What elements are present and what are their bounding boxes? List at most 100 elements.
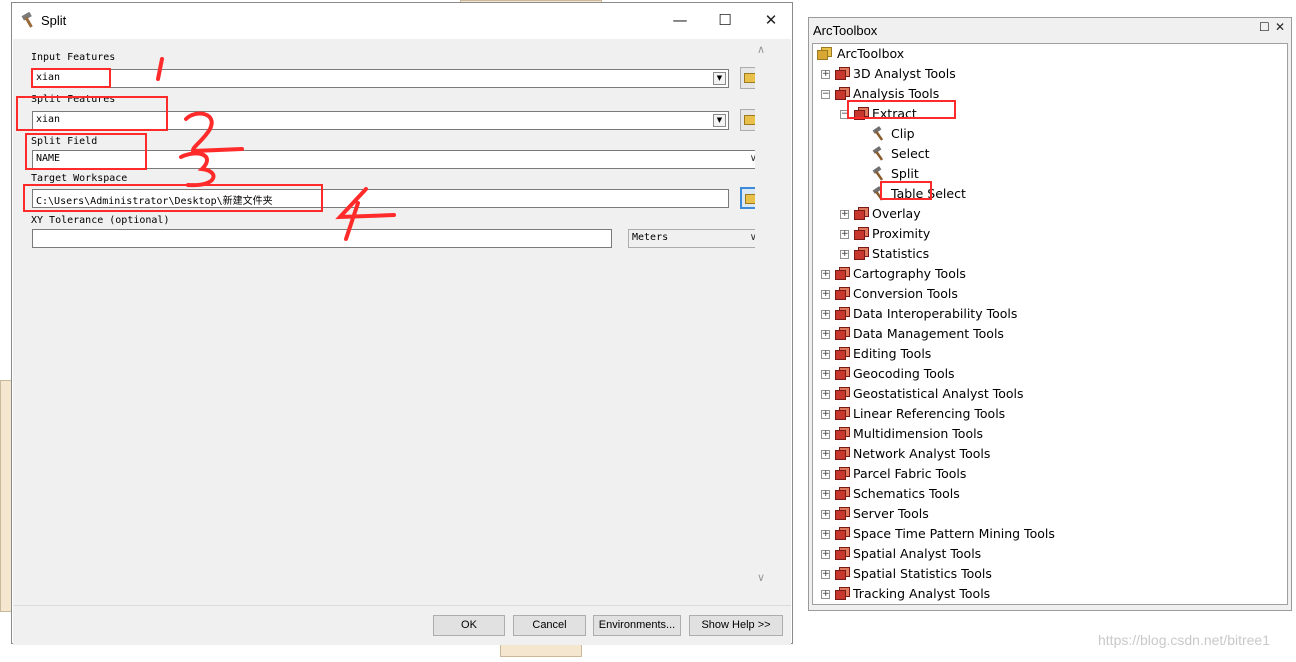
tree-item-label: Schematics Tools <box>853 486 960 501</box>
toolbox-icon <box>835 347 850 361</box>
toolbox-icon <box>835 547 850 561</box>
toolbox-icon <box>854 227 869 241</box>
toolbox-icon <box>835 327 850 341</box>
expand-icon[interactable]: + <box>821 390 830 399</box>
toolbox-icon <box>835 287 850 301</box>
collapse-icon[interactable]: − <box>821 90 830 99</box>
toolbox-icon <box>835 307 850 321</box>
toolbox-icon <box>835 507 850 521</box>
expand-icon[interactable]: + <box>821 410 830 419</box>
expand-icon[interactable]: + <box>840 230 849 239</box>
expand-icon[interactable]: + <box>821 490 830 499</box>
parameters-panel: Input Features xian ▼ Split Features xia… <box>13 39 773 604</box>
split-dialog: Split — ☐ ✕ Input Features xian ▼ Split … <box>11 2 793 645</box>
annotation-box-analysis-tools <box>847 100 956 119</box>
tree-item-label: Spatial Analyst Tools <box>853 546 982 561</box>
tree-item-label: Data Interoperability Tools <box>853 306 1018 321</box>
expand-icon[interactable]: + <box>821 270 830 279</box>
expand-icon[interactable]: + <box>821 470 830 479</box>
expand-icon[interactable]: + <box>821 430 830 439</box>
expand-icon[interactable]: + <box>821 570 830 579</box>
tree-item-label: Space Time Pattern Mining Tools <box>853 526 1055 541</box>
cancel-button[interactable]: Cancel <box>513 615 586 636</box>
expand-icon[interactable]: + <box>840 210 849 219</box>
watermark-text: https://blog.csdn.net/bitree1 <box>1098 632 1270 648</box>
expand-icon[interactable]: + <box>821 70 830 79</box>
tree-item-label: Conversion Tools <box>853 286 958 301</box>
number-3-stroke <box>179 151 216 188</box>
arctoolbox-window: ArcToolbox ☐ ✕ ArcToolbox +3D Analyst To… <box>808 17 1292 611</box>
expand-icon[interactable]: + <box>821 550 830 559</box>
tree-item-label: Statistics <box>872 246 930 261</box>
target-workspace-label: Target Workspace <box>31 173 128 184</box>
toolbox-icon <box>835 387 850 401</box>
scroll-up-icon[interactable]: ∧ <box>757 43 765 56</box>
number-1-stroke <box>156 57 164 81</box>
dialog-button-bar: OK Cancel Environments... Show Help >> <box>13 605 791 645</box>
number-2-stroke <box>184 111 244 154</box>
tree-item-label: Multidimension Tools <box>853 426 984 441</box>
handwritten-annotations <box>156 57 396 241</box>
xy-tolerance-unit-select[interactable]: Meters ∨ <box>628 229 763 248</box>
vertical-scrollbar[interactable]: ∧ ∨ <box>755 39 773 604</box>
toolbox-icon <box>835 527 850 541</box>
tree-root-label: ArcToolbox <box>837 46 905 61</box>
dialog-titlebar[interactable]: Split — ☐ ✕ <box>12 3 792 37</box>
input-features-label: Input Features <box>31 52 116 63</box>
toolbox-close-button[interactable]: ✕ <box>1275 20 1285 34</box>
toolbox-icon <box>835 407 850 421</box>
hammer-icon <box>872 166 884 181</box>
expand-icon[interactable]: + <box>840 250 849 259</box>
expand-icon[interactable]: + <box>821 330 830 339</box>
tree-item-label: Tracking Analyst Tools <box>853 586 991 601</box>
annotation-box-split-field <box>25 133 147 170</box>
map-feature <box>500 643 582 657</box>
minimize-button[interactable]: — <box>657 6 703 34</box>
tree-item-label: Geocoding Tools <box>853 366 955 381</box>
toolbox-icon <box>835 267 850 281</box>
number-4-stroke <box>335 187 396 241</box>
tree-item-label: Editing Tools <box>853 346 932 361</box>
annotation-box-split-features <box>16 96 168 131</box>
toolbox-folder-icon <box>817 47 832 61</box>
tree-item-label: Cartography Tools <box>853 266 966 281</box>
toolbox-icon <box>835 487 850 501</box>
arctoolbox-title: ArcToolbox <box>813 23 878 38</box>
expand-icon[interactable]: + <box>821 530 830 539</box>
toolbox-icon <box>854 207 869 221</box>
expand-icon[interactable]: + <box>821 590 830 599</box>
dropdown-arrow-icon[interactable]: ▼ <box>713 72 726 85</box>
expand-icon[interactable]: + <box>821 290 830 299</box>
toolbox-icon <box>835 567 850 581</box>
maximize-button[interactable]: ☐ <box>702 6 748 34</box>
dialog-client-area: Input Features xian ▼ Split Features xia… <box>13 39 791 645</box>
xy-tolerance-unit-value: Meters <box>632 232 669 243</box>
scroll-down-icon[interactable]: ∨ <box>757 571 765 584</box>
tree-item-label: 3D Analyst Tools <box>853 66 956 81</box>
toolbox-tree: ArcToolbox +3D Analyst Tools − Analysis To… <box>812 43 1288 605</box>
tree-item-label: Server Tools <box>853 506 929 521</box>
toolbox-icon <box>835 87 850 101</box>
expand-icon[interactable]: + <box>821 510 830 519</box>
auto-hide-button[interactable]: ☐ <box>1259 20 1270 34</box>
expand-icon[interactable]: + <box>821 350 830 359</box>
ok-button[interactable]: OK <box>433 615 505 636</box>
close-button[interactable]: ✕ <box>748 6 794 34</box>
toolbox-icon <box>835 67 850 81</box>
show-help-button[interactable]: Show Help >> <box>689 615 783 636</box>
annotation-box-split-tool <box>880 181 932 200</box>
expand-icon[interactable]: + <box>821 370 830 379</box>
tree-item-label: Proximity <box>872 226 931 241</box>
expand-icon[interactable]: + <box>821 310 830 319</box>
tree-item-label: Data Management Tools <box>853 326 1004 341</box>
hammer-icon <box>21 11 33 28</box>
dropdown-arrow-icon[interactable]: ▼ <box>713 114 726 127</box>
environments-button[interactable]: Environments... <box>593 615 681 636</box>
expand-icon[interactable]: + <box>821 450 830 459</box>
tree-item-label: Overlay <box>872 206 921 221</box>
tree-item-label: Spatial Statistics Tools <box>853 566 992 581</box>
tree-item-label: Geostatistical Analyst Tools <box>853 386 1024 401</box>
toolbox-icon <box>835 367 850 381</box>
toolbox-icon <box>854 247 869 261</box>
toolbox-icon <box>835 427 850 441</box>
